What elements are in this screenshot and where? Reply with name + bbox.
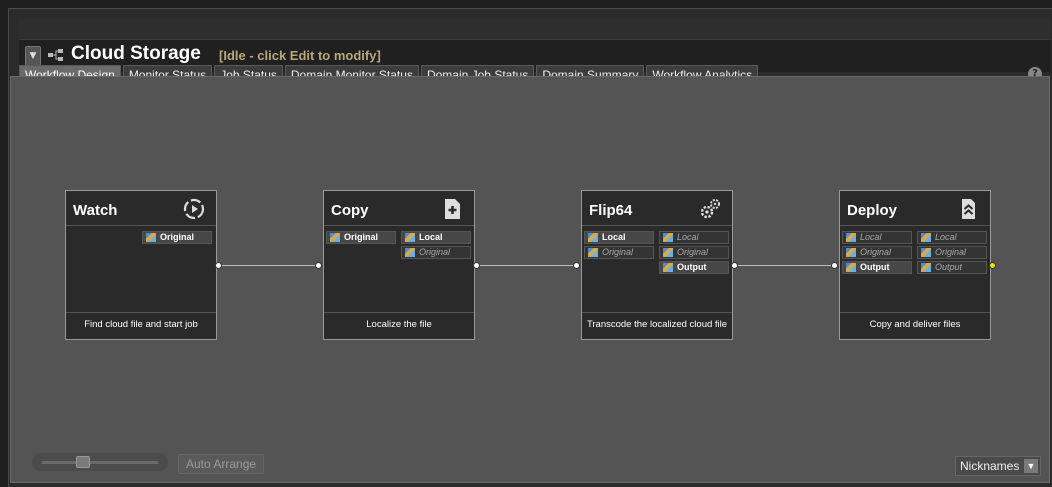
node-deploy[interactable]: Deploy Local Original Output Local Origi…: [839, 190, 991, 340]
gears-icon: [700, 199, 720, 219]
file-icon: [663, 263, 673, 272]
file-icon: [921, 233, 931, 242]
port-label: Original: [935, 247, 967, 257]
node-description: Copy and deliver files: [869, 319, 961, 330]
input-port[interactable]: Original: [584, 246, 654, 259]
file-icon: [663, 233, 673, 242]
node-description: Localize the file: [366, 319, 432, 330]
port-label: Local: [935, 232, 957, 242]
workflow-title: Cloud Storage: [71, 43, 201, 64]
port-label: Original: [602, 247, 634, 257]
divider: [66, 312, 216, 313]
zoom-slider-thumb[interactable]: [76, 456, 90, 468]
port-label: Original: [677, 247, 709, 257]
output-connector[interactable]: [473, 262, 480, 269]
node-description: Transcode the localized cloud file: [586, 319, 728, 330]
divider: [324, 225, 474, 226]
connection-wire[interactable]: [221, 265, 317, 266]
node-description: Find cloud file and start job: [84, 319, 198, 330]
node-title: Copy: [331, 202, 369, 219]
output-connector[interactable]: [215, 262, 222, 269]
port-label: Original: [419, 247, 451, 257]
file-icon: [846, 263, 856, 272]
watch-icon: [183, 198, 205, 220]
zoom-slider[interactable]: [32, 453, 168, 471]
output-port[interactable]: Output: [659, 261, 729, 274]
nicknames-label: Nicknames: [960, 459, 1020, 473]
nicknames-dropdown[interactable]: Nicknames ▼: [955, 456, 1041, 476]
output-connector[interactable]: [731, 262, 738, 269]
node-flip64[interactable]: Flip64 Local Original Local Original Out…: [581, 190, 733, 340]
zoom-slider-track: [42, 461, 158, 464]
input-connector[interactable]: [315, 262, 322, 269]
input-port[interactable]: Local: [584, 231, 654, 244]
deploy-icon: [962, 199, 975, 219]
workflow-icon: [48, 49, 63, 61]
output-port[interactable]: Original: [917, 246, 987, 259]
input-port[interactable]: Output: [842, 261, 912, 274]
chevron-down-icon: ▼: [1024, 459, 1038, 473]
output-port[interactable]: Local: [401, 231, 471, 244]
node-title: Watch: [73, 202, 118, 219]
workflow-canvas[interactable]: Watch Original Find cloud file and start…: [10, 76, 1050, 483]
file-icon: [663, 248, 673, 257]
output-port[interactable]: Local: [659, 231, 729, 244]
file-icon: [330, 233, 340, 242]
output-port[interactable]: Original: [142, 231, 212, 244]
file-icon: [921, 263, 931, 272]
port-label: Local: [677, 232, 699, 242]
port-label: Output: [677, 262, 707, 272]
file-icon: [405, 248, 415, 257]
file-icon: [588, 248, 598, 257]
collapse-dropdown-button[interactable]: ▼: [25, 46, 41, 66]
node-title: Flip64: [589, 202, 633, 219]
connection-wire[interactable]: [737, 265, 833, 266]
workflow-header: ▼ Cloud Storage [Idle - click Edit to mo…: [19, 19, 1051, 72]
input-port[interactable]: Original: [842, 246, 912, 259]
port-label: Original: [344, 232, 379, 242]
file-icon: [846, 233, 856, 242]
node-copy[interactable]: Copy Original Local Original Localize th…: [323, 190, 475, 340]
connection-wire[interactable]: [479, 265, 575, 266]
port-label: Output: [860, 262, 890, 272]
input-port[interactable]: Local: [842, 231, 912, 244]
divider: [66, 225, 216, 226]
input-port[interactable]: Original: [326, 231, 396, 244]
auto-arrange-button[interactable]: Auto Arrange: [178, 454, 265, 474]
file-icon: [846, 248, 856, 257]
output-port[interactable]: Original: [659, 246, 729, 259]
divider: [840, 312, 990, 313]
node-title: Deploy: [847, 202, 898, 219]
port-label: Original: [160, 232, 195, 242]
port-label: Original: [860, 247, 892, 257]
file-icon: [146, 233, 156, 242]
divider: [582, 225, 732, 226]
port-label: Local: [602, 232, 626, 242]
divider: [840, 225, 990, 226]
workflow-status[interactable]: [Idle - click Edit to modify]: [219, 48, 381, 63]
file-icon: [588, 233, 598, 242]
port-label: Local: [860, 232, 882, 242]
output-connector-unconnected[interactable]: [989, 262, 996, 269]
port-label: Local: [419, 232, 443, 242]
node-watch[interactable]: Watch Original Find cloud file and start…: [65, 190, 217, 340]
input-connector[interactable]: [831, 262, 838, 269]
divider: [324, 312, 474, 313]
output-port[interactable]: Original: [401, 246, 471, 259]
output-port[interactable]: Local: [917, 231, 987, 244]
input-connector[interactable]: [573, 262, 580, 269]
file-icon: [921, 248, 931, 257]
copy-file-icon: [445, 199, 460, 219]
output-port[interactable]: Output: [917, 261, 987, 274]
port-label: Output: [935, 262, 963, 272]
file-icon: [405, 233, 415, 242]
divider: [582, 312, 732, 313]
